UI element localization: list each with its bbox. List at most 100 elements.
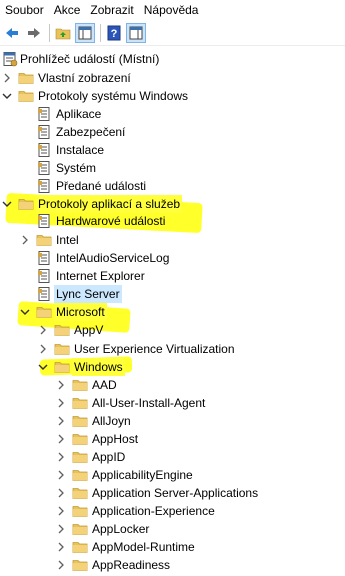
tree-item[interactable]: ApplicabilityEngine	[0, 466, 345, 484]
folder-icon	[18, 70, 34, 86]
chevron-down-icon[interactable]	[1, 197, 13, 211]
tree-item-label: Prohlížeč událostí (Místní)	[20, 52, 160, 66]
tree-item-label: AppModel-Runtime	[92, 540, 195, 554]
tree-item-label: Systém	[56, 161, 97, 175]
tree-item[interactable]: User Experience Virtualization	[0, 340, 345, 358]
tree-item-label: IntelAudioServiceLog	[56, 251, 170, 265]
tree-item-label: Application-Experience	[92, 504, 215, 518]
menu-bar: Soubor Akce Zobrazit Nápověda	[0, 0, 345, 20]
tree-item[interactable]: All-User-Install-Agent	[0, 394, 345, 412]
tree-item[interactable]: Windows	[0, 358, 345, 376]
chevron-right-icon[interactable]	[55, 450, 67, 464]
tree-item-label: Internet Explorer	[56, 269, 145, 283]
chevron-right-icon[interactable]	[1, 71, 13, 85]
chevron-right-icon[interactable]	[55, 558, 67, 572]
tree-item[interactable]: Internet Explorer	[0, 267, 345, 285]
folder-icon	[72, 539, 88, 555]
log-icon	[36, 286, 52, 302]
tree-item[interactable]: AppModel-Runtime	[0, 538, 345, 556]
menu-action[interactable]: Akce	[49, 0, 86, 20]
tree-item-label: Zabezpečení	[56, 125, 126, 139]
tree-item[interactable]: Application-Experience	[0, 502, 345, 520]
folder-icon	[72, 431, 88, 447]
folder-icon	[54, 359, 70, 375]
chevron-right-icon[interactable]	[55, 378, 67, 392]
tree-item-label: Lync Server	[54, 285, 122, 303]
tree-item-label: Hardwarové události	[56, 214, 166, 228]
tree-item-label: Microsoft	[54, 303, 107, 321]
tree-item[interactable]: AppID	[0, 448, 345, 466]
tree-item[interactable]: Protokoly systému Windows	[0, 87, 345, 105]
tree-item[interactable]: Vlastní zobrazení	[0, 69, 345, 87]
tree-item[interactable]: Předané události	[0, 177, 345, 195]
menu-view[interactable]: Zobrazit	[85, 0, 138, 20]
chevron-down-icon[interactable]	[19, 305, 31, 319]
back-arrow-icon[interactable]	[2, 23, 22, 43]
tree-item[interactable]: AllJoyn	[0, 412, 345, 430]
folder-icon	[72, 413, 88, 429]
chevron-right-icon[interactable]	[55, 468, 67, 482]
event-viewer-tree: Prohlížeč událostí (Místní) Vlastní zobra…	[0, 50, 345, 572]
up-folder-icon[interactable]	[53, 23, 73, 43]
chevron-right-icon[interactable]	[55, 504, 67, 518]
chevron-right-icon[interactable]	[55, 414, 67, 428]
tree-item[interactable]: AAD	[0, 376, 345, 394]
log-icon	[36, 250, 52, 266]
tree-item[interactable]: AppHost	[0, 430, 345, 448]
folder-icon	[72, 521, 88, 537]
tree-item[interactable]: AppV	[0, 321, 345, 339]
folder-icon	[54, 341, 70, 357]
tree-item-label: Vlastní zobrazení	[38, 71, 131, 85]
folder-icon	[54, 322, 70, 338]
log-icon	[36, 160, 52, 176]
help-icon[interactable]: ?	[104, 23, 124, 43]
folder-icon	[72, 449, 88, 465]
tree-item[interactable]: Hardwarové události	[0, 212, 345, 230]
tree-item-label: Aplikace	[56, 107, 102, 121]
tree-item[interactable]: Aplikace	[0, 105, 345, 123]
chevron-right-icon[interactable]	[55, 540, 67, 554]
tree-item[interactable]: AppReadiness	[0, 556, 345, 574]
chevron-right-icon[interactable]	[37, 342, 49, 356]
tree-item-label: User Experience Virtualization	[74, 342, 235, 356]
chevron-right-icon[interactable]	[19, 233, 31, 247]
tree-item[interactable]: Systém	[0, 159, 345, 177]
tree-item-label: AppV	[74, 323, 104, 337]
log-icon	[36, 178, 52, 194]
chevron-right-icon[interactable]	[55, 522, 67, 536]
tree-item[interactable]: Microsoft	[0, 303, 345, 321]
tree-item[interactable]: AppLocker	[0, 520, 345, 538]
tree-item-label: Windows	[72, 358, 125, 376]
chevron-right-icon[interactable]	[37, 323, 49, 337]
tree-item-label: AAD	[92, 378, 117, 392]
tree-item-label: Předané události	[56, 179, 147, 193]
folder-icon	[18, 196, 34, 212]
tree-item[interactable]: Instalace	[0, 141, 345, 159]
tree-item[interactable]: Protokoly aplikací a služeb	[0, 195, 345, 213]
tree-item-label: ApplicabilityEngine	[92, 468, 193, 482]
chevron-right-icon[interactable]	[55, 396, 67, 410]
tree-item[interactable]: IntelAudioServiceLog	[0, 249, 345, 267]
tree-item[interactable]: Zabezpečení	[0, 123, 345, 141]
tree-item[interactable]: Intel	[0, 231, 345, 249]
menu-help[interactable]: Nápověda	[139, 0, 204, 20]
toolbar-separator	[49, 23, 50, 42]
log-icon	[36, 142, 52, 158]
menu-file[interactable]: Soubor	[0, 0, 49, 20]
folder-icon	[72, 503, 88, 519]
tree-item[interactable]: Application Server-Applications	[0, 484, 345, 502]
chevron-right-icon[interactable]	[55, 486, 67, 500]
show-hide-action-pane-icon[interactable]	[126, 22, 146, 43]
show-hide-console-tree-icon[interactable]	[75, 22, 95, 43]
chevron-down-icon[interactable]	[37, 360, 49, 374]
chevron-right-icon[interactable]	[55, 432, 67, 446]
folder-icon	[72, 485, 88, 501]
tree-item[interactable]: Prohlížeč událostí (Místní)	[0, 50, 345, 68]
toolbar: ?	[0, 20, 345, 46]
chevron-down-icon[interactable]	[1, 89, 13, 103]
forward-arrow-icon[interactable]	[24, 23, 44, 43]
tree-item-label: Protokoly systému Windows	[38, 89, 189, 103]
tree-item-label: AllJoyn	[92, 414, 131, 428]
tree-item[interactable]: Lync Server	[0, 285, 345, 303]
log-icon	[36, 268, 52, 284]
